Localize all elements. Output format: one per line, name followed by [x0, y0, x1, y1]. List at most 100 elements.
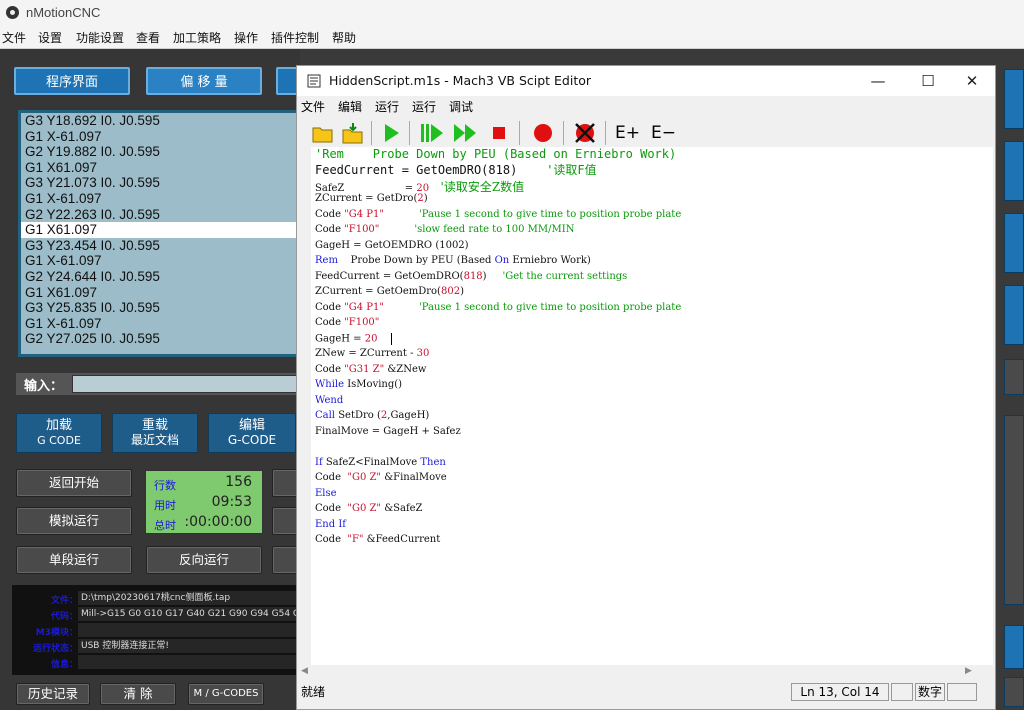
code-text: ZNew = ZCurrent -	[315, 348, 417, 359]
tab-program[interactable]: 程序界面	[14, 67, 130, 95]
breakpoint-icon[interactable]	[531, 121, 555, 145]
code-text: SafeZ<FinalMove	[322, 457, 421, 468]
gcode-line[interactable]: G2 Y24.644 I0. J0.595	[21, 269, 297, 285]
edit-label-2: G-CODE	[227, 433, 277, 447]
code-text: &FeedCurrent	[363, 534, 441, 545]
vertical-scrollbar[interactable]	[977, 147, 993, 665]
editor-menu-run-2[interactable]: 运行	[412, 98, 436, 115]
fast-forward-icon[interactable]	[453, 121, 477, 145]
app-title: nMotionCNC	[26, 5, 101, 20]
code-line: GageH = GetOEMDRO (1002)	[315, 240, 469, 251]
code-keyword: On	[494, 255, 510, 266]
collapse-all-button[interactable]: E−	[651, 121, 681, 145]
gcode-listing[interactable]: G3 Y18.692 I0. J0.595 G1 X-61.097 G2 Y19.8…	[18, 110, 300, 357]
menu-view[interactable]: 查看	[136, 29, 160, 46]
scroll-left-icon[interactable]: ◀	[301, 666, 308, 676]
code-line: ZCurrent = GetOemDro(802)	[315, 286, 464, 297]
clear-breakpoints-icon[interactable]	[573, 121, 597, 145]
close-icon[interactable]: ✕	[957, 69, 987, 93]
right-panel-button-1[interactable]	[1004, 69, 1024, 129]
right-panel-button-3[interactable]	[1004, 213, 1024, 273]
code-line: Wend	[315, 395, 343, 406]
menu-machining-strategy[interactable]: 加工策略	[173, 29, 221, 46]
app-title-bar: nMotionCNC	[0, 0, 1024, 26]
editor-menu-run[interactable]: 运行	[375, 98, 399, 115]
gcode-line[interactable]: G1 X-61.097	[21, 316, 297, 332]
info-file-value: D:\tmp\20230617桃cnc侧面板.tap	[78, 591, 300, 605]
gcode-line[interactable]: G1 X-61.097	[21, 129, 297, 145]
code-comment: 'Rem Probe Down by PEU (Based on Erniebr…	[315, 147, 677, 161]
menu-help[interactable]: 帮助	[332, 29, 356, 46]
editor-title-bar[interactable]: HiddenScript.m1s - Mach3 VB Scipt Editor…	[297, 66, 995, 96]
editor-app-icon	[307, 74, 321, 88]
horizontal-scrollbar[interactable]: ◀ ▶	[297, 665, 977, 679]
menu-plugin-control[interactable]: 插件控制	[271, 29, 319, 46]
gcode-line[interactable]: G2 Y27.025 I0. J0.595	[21, 331, 297, 347]
code-text: Probe Down by PEU (Based	[337, 255, 495, 266]
menu-function-settings[interactable]: 功能设置	[76, 29, 124, 46]
editor-title: HiddenScript.m1s - Mach3 VB Scipt Editor	[329, 73, 592, 88]
code-line: If SafeZ<FinalMove Then	[315, 457, 446, 468]
maximize-icon[interactable]: ☐	[913, 69, 943, 93]
menu-operation[interactable]: 操作	[234, 29, 258, 46]
code-string: "G4 P1"	[344, 209, 384, 220]
right-panel-button-6[interactable]	[1004, 415, 1024, 605]
code-line: 'Rem Probe Down by PEU (Based on Erniebr…	[315, 147, 676, 161]
editor-menu-edit[interactable]: 编辑	[338, 98, 362, 115]
code-text: &FinalMove	[381, 472, 447, 483]
code-line: Code "F100"	[315, 317, 379, 328]
return-start-button[interactable]: 返回开始	[16, 469, 132, 497]
code-comment: '读取F值	[517, 163, 597, 177]
toolbar-separator	[409, 121, 410, 145]
editor-menu-debug[interactable]: 调试	[449, 98, 473, 115]
clear-button[interactable]: 清 除	[100, 683, 176, 705]
gcode-line[interactable]: G1 X61.097	[21, 160, 297, 176]
reload-recent-button[interactable]: 重载 最近文档	[112, 413, 198, 453]
code-text: Code	[315, 317, 345, 328]
code-line: Rem Probe Down by PEU (Based On Erniebro…	[315, 255, 591, 266]
gcode-line[interactable]: G2 Y22.263 I0. J0.595	[21, 207, 297, 223]
edit-gcode-button[interactable]: 编辑 G-CODE	[208, 413, 296, 453]
tab-offsets[interactable]: 偏 移 量	[146, 67, 262, 95]
right-panel-button-8[interactable]	[1004, 677, 1024, 707]
right-panel-button-2[interactable]	[1004, 141, 1024, 201]
gcode-line[interactable]: G1 X-61.097	[21, 253, 297, 269]
code-text: Code	[315, 224, 345, 235]
editor-status-bar: 就绪 Ln 13, Col 14 数字	[297, 679, 995, 709]
single-step-button[interactable]: 单段运行	[16, 546, 132, 574]
gcode-line[interactable]: G3 Y18.692 I0. J0.595	[21, 113, 297, 129]
save-folder-icon[interactable]	[341, 121, 365, 145]
open-folder-icon[interactable]	[311, 121, 335, 145]
reverse-run-button[interactable]: 反向运行	[146, 546, 262, 574]
right-panel-button-4[interactable]	[1004, 285, 1024, 345]
right-panel-button-5[interactable]	[1004, 359, 1024, 395]
minimize-icon[interactable]: —	[863, 69, 893, 93]
gcode-line[interactable]: G1 X61.097	[21, 222, 297, 238]
right-panel-button-7[interactable]	[1004, 625, 1024, 669]
gcode-line[interactable]: G1 X61.097	[21, 285, 297, 301]
scroll-right-icon[interactable]: ▶	[965, 666, 972, 676]
mdi-input-field[interactable]	[72, 375, 300, 393]
menu-file[interactable]: 文件	[2, 29, 26, 46]
gcode-line[interactable]: G3 Y23.454 I0. J0.595	[21, 238, 297, 254]
stat-total-value: :00:00:00	[184, 514, 252, 530]
script-text-area[interactable]: 'Rem Probe Down by PEU (Based on Erniebr…	[311, 147, 977, 665]
gcode-line[interactable]: G3 Y21.073 I0. J0.595	[21, 175, 297, 191]
run-icon[interactable]	[379, 121, 403, 145]
expand-all-button[interactable]: E+	[615, 121, 645, 145]
gcode-line[interactable]: G2 Y19.882 I0. J0.595	[21, 144, 297, 160]
code-keyword: Rem	[315, 255, 338, 266]
simulate-run-button[interactable]: 模拟运行	[16, 507, 132, 535]
editor-menu-file[interactable]: 文件	[301, 98, 325, 115]
gcode-line[interactable]: G3 Y25.835 I0. J0.595	[21, 300, 297, 316]
menu-settings[interactable]: 设置	[38, 29, 62, 46]
history-button[interactable]: 历史记录	[16, 683, 90, 705]
step-run-icon[interactable]	[419, 121, 443, 145]
code-text: Code	[315, 302, 345, 313]
info-code-label: 代码：	[50, 612, 78, 622]
info-file: 文件： D:\tmp\20230617桃cnc侧面板.tap	[12, 591, 300, 606]
stop-icon[interactable]	[487, 121, 511, 145]
gcode-line[interactable]: G1 X-61.097	[21, 191, 297, 207]
load-gcode-button[interactable]: 加载 G CODE	[16, 413, 102, 453]
mg-codes-button[interactable]: M / G-CODES	[188, 683, 264, 705]
